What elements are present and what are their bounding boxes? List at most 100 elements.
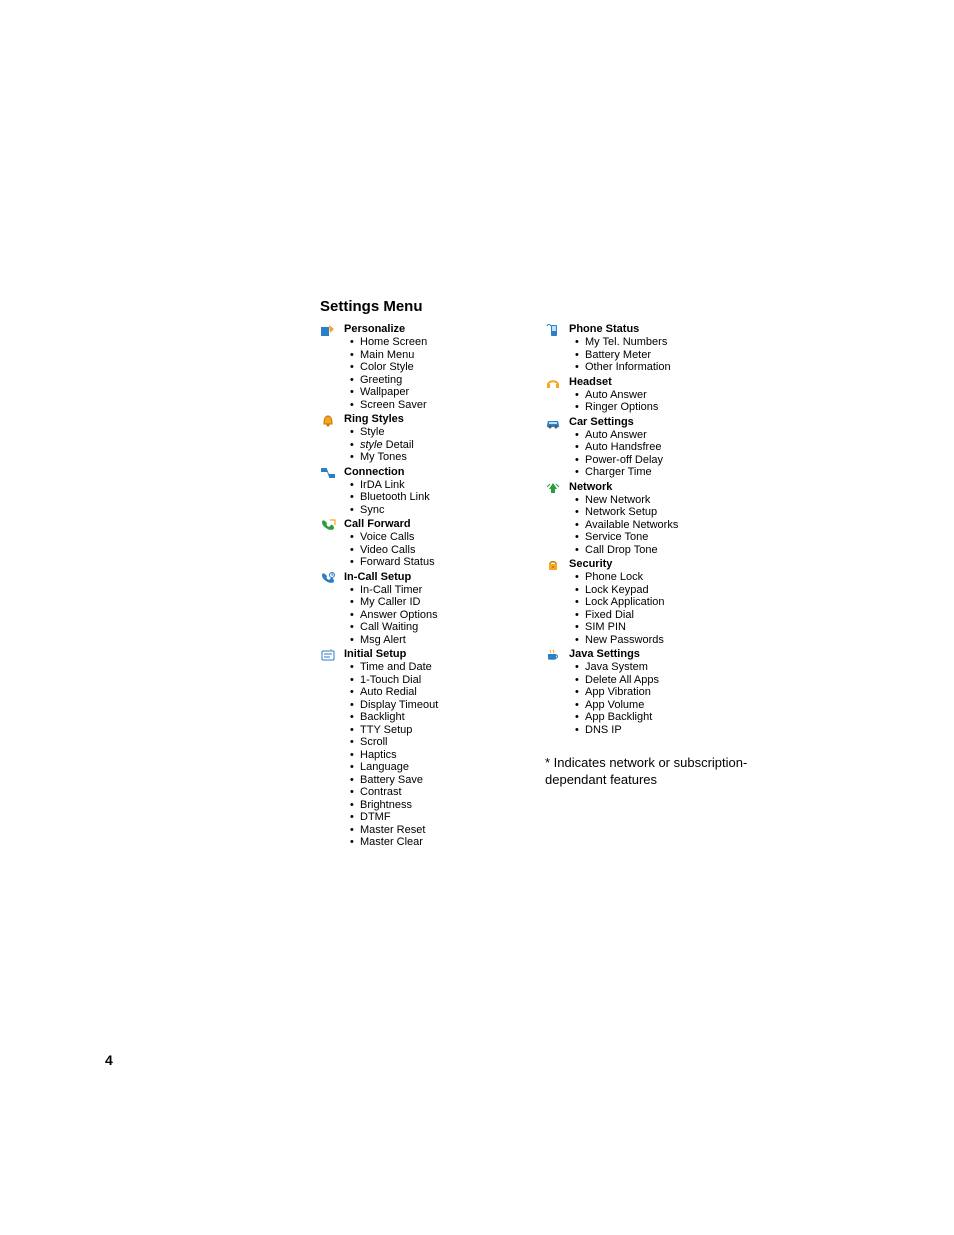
list-item: TTY Setup: [344, 724, 545, 737]
heading-phone-status: Phone Status: [569, 323, 770, 336]
list-phone-status: My Tel. Numbers Battery Meter Other Info…: [569, 336, 770, 374]
list-car-settings: Auto Answer Auto Handsfree Power-off Del…: [569, 429, 770, 479]
list-item: Haptics: [344, 749, 545, 762]
list-item: Brightness: [344, 799, 545, 812]
section-initial-setup: Initial Setup Time and Date 1-Touch Dial…: [320, 648, 545, 849]
content-area: Settings Menu Personalize Home Screen Ma…: [320, 298, 850, 851]
section-personalize: Personalize Home Screen Main Menu Color …: [320, 323, 545, 411]
list-item: Sync: [344, 504, 545, 517]
section-ring-styles: Ring Styles Style style Detail My Tones: [320, 413, 545, 464]
headset-icon: [545, 376, 569, 414]
section-phone-status: Phone Status My Tel. Numbers Battery Met…: [545, 323, 770, 374]
list-item: Master Reset: [344, 824, 545, 837]
list-item: Auto Answer: [569, 389, 770, 402]
phone-status-icon: [545, 323, 569, 374]
list-item: Power-off Delay: [569, 454, 770, 467]
section-car-settings: Car Settings Auto Answer Auto Handsfree …: [545, 416, 770, 479]
list-item: Ringer Options: [569, 401, 770, 414]
heading-headset: Headset: [569, 376, 770, 389]
list-item: Answer Options: [344, 609, 545, 622]
list-item: Network Setup: [569, 506, 770, 519]
list-item: Fixed Dial: [569, 609, 770, 622]
columns: Personalize Home Screen Main Menu Color …: [320, 323, 850, 851]
list-item: App Volume: [569, 699, 770, 712]
car-settings-icon: [545, 416, 569, 479]
security-icon: [545, 558, 569, 646]
list-item: Language: [344, 761, 545, 774]
heading-security: Security: [569, 558, 770, 571]
list-item: Service Tone: [569, 531, 770, 544]
list-item: Screen Saver: [344, 399, 545, 412]
list-call-forward: Voice Calls Video Calls Forward Status: [344, 531, 545, 569]
section-java-settings: Java Settings Java System Delete All App…: [545, 648, 770, 736]
list-initial-setup: Time and Date 1-Touch Dial Auto Redial D…: [344, 661, 545, 849]
list-ring-styles: Style style Detail My Tones: [344, 426, 545, 464]
left-column: Personalize Home Screen Main Menu Color …: [320, 323, 545, 851]
list-item: Contrast: [344, 786, 545, 799]
list-item: App Vibration: [569, 686, 770, 699]
heading-ring-styles: Ring Styles: [344, 413, 545, 426]
list-item: Video Calls: [344, 544, 545, 557]
list-item: Other Information: [569, 361, 770, 374]
list-item: Backlight: [344, 711, 545, 724]
heading-connection: Connection: [344, 466, 545, 479]
ring-styles-icon: [320, 413, 344, 464]
section-security: Security Phone Lock Lock Keypad Lock App…: [545, 558, 770, 646]
list-java-settings: Java System Delete All Apps App Vibratio…: [569, 661, 770, 736]
list-item: Greeting: [344, 374, 545, 387]
list-item: Java System: [569, 661, 770, 674]
list-item: Display Timeout: [344, 699, 545, 712]
section-network: Network New Network Network Setup Availa…: [545, 481, 770, 557]
section-connection: Connection IrDA Link Bluetooth Link Sync: [320, 466, 545, 517]
list-item: Voice Calls: [344, 531, 545, 544]
in-call-setup-icon: [320, 571, 344, 647]
heading-personalize: Personalize: [344, 323, 545, 336]
list-item: DNS IP: [569, 724, 770, 737]
list-in-call-setup: In-Call Timer My Caller ID Answer Option…: [344, 584, 545, 647]
heading-initial-setup: Initial Setup: [344, 648, 545, 661]
list-item: Home Screen: [344, 336, 545, 349]
section-call-forward: Call Forward Voice Calls Video Calls For…: [320, 518, 545, 569]
list-item: Msg Alert: [344, 634, 545, 647]
page-number: 4: [105, 1052, 113, 1068]
list-item: My Tones: [344, 451, 545, 464]
list-item: Charger Time: [569, 466, 770, 479]
java-settings-icon: [545, 648, 569, 736]
list-item: My Caller ID: [344, 596, 545, 609]
list-item: 1-Touch Dial: [344, 674, 545, 687]
heading-car-settings: Car Settings: [569, 416, 770, 429]
list-item: In-Call Timer: [344, 584, 545, 597]
heading-java-settings: Java Settings: [569, 648, 770, 661]
network-icon: [545, 481, 569, 557]
list-item: Battery Meter: [569, 349, 770, 362]
list-item: Call Waiting: [344, 621, 545, 634]
call-forward-icon: [320, 518, 344, 569]
initial-setup-icon: [320, 648, 344, 849]
section-headset: Headset Auto Answer Ringer Options: [545, 376, 770, 414]
list-item: Auto Redial: [344, 686, 545, 699]
list-item: New Passwords: [569, 634, 770, 647]
list-security: Phone Lock Lock Keypad Lock Application …: [569, 571, 770, 646]
list-item: Battery Save: [344, 774, 545, 787]
list-network: New Network Network Setup Available Netw…: [569, 494, 770, 557]
list-item: Call Drop Tone: [569, 544, 770, 557]
list-item: New Network: [569, 494, 770, 507]
list-item: My Tel. Numbers: [569, 336, 770, 349]
list-item: Auto Answer: [569, 429, 770, 442]
section-in-call-setup: In-Call Setup In-Call Timer My Caller ID…: [320, 571, 545, 647]
list-personalize: Home Screen Main Menu Color Style Greeti…: [344, 336, 545, 411]
list-item: Auto Handsfree: [569, 441, 770, 454]
list-item: Scroll: [344, 736, 545, 749]
list-item: Color Style: [344, 361, 545, 374]
list-item: Phone Lock: [569, 571, 770, 584]
list-item: Style: [344, 426, 545, 439]
footnote: * Indicates network or subscription-depe…: [545, 754, 770, 788]
page-title: Settings Menu: [320, 298, 850, 315]
list-item: style Detail: [344, 439, 545, 452]
list-item: Time and Date: [344, 661, 545, 674]
heading-call-forward: Call Forward: [344, 518, 545, 531]
right-column: Phone Status My Tel. Numbers Battery Met…: [545, 323, 770, 851]
list-item: Main Menu: [344, 349, 545, 362]
list-item: DTMF: [344, 811, 545, 824]
heading-network: Network: [569, 481, 770, 494]
